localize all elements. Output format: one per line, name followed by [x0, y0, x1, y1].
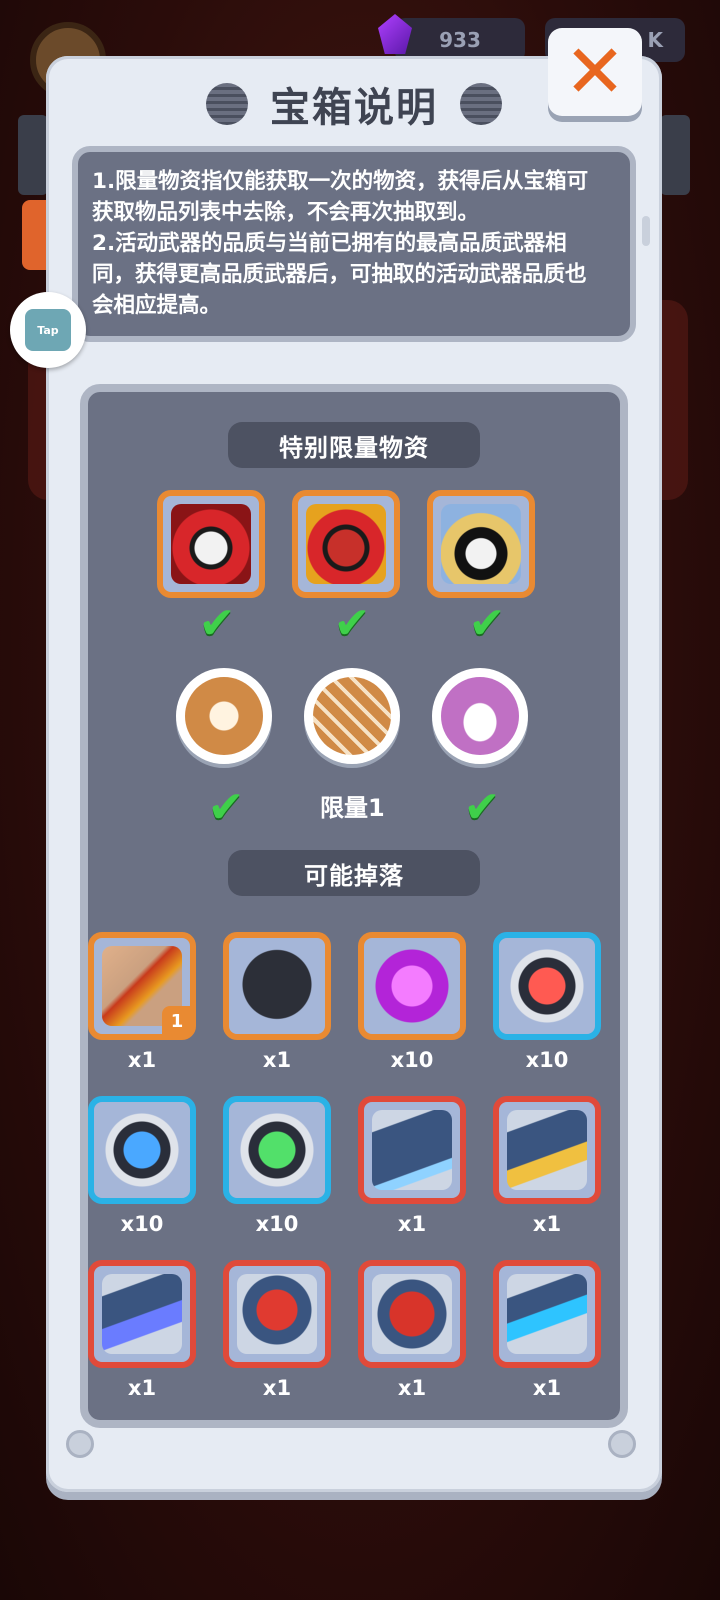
lion-statue-icon: [185, 677, 263, 755]
drop-item[interactable]: [88, 1260, 196, 1368]
close-button[interactable]: ✕: [548, 28, 642, 116]
header-rivet-icon: [206, 82, 248, 125]
tap-button[interactable]: Tap: [10, 292, 86, 368]
red-fist-token-icon: [507, 946, 587, 1026]
drop-item[interactable]: [493, 932, 601, 1040]
green-fist-token-icon: [237, 1110, 317, 1190]
skin-card[interactable]: [157, 490, 265, 598]
description-text: 1.限量物资指仅能获取一次的物资，获得后从宝箱可 获取物品列表中去除，不会再次抽…: [92, 166, 616, 321]
monkey-king-skull-icon: [306, 504, 386, 584]
header-rivet-icon: [460, 82, 502, 125]
red-hood-skull-icon: [171, 504, 251, 584]
check-icon: ✔: [198, 598, 236, 649]
limit-label: 限量1: [320, 794, 385, 822]
token-card[interactable]: [304, 668, 400, 764]
item-quantity: x10: [255, 1212, 299, 1236]
drop-item[interactable]: [493, 1096, 601, 1204]
description-box: 1.限量物资指仅能获取一次的物资，获得后从宝箱可 获取物品列表中去除，不会再次抽…: [72, 146, 636, 342]
skin-card[interactable]: [427, 490, 535, 598]
mystery-character-icon: [237, 946, 317, 1026]
token-card[interactable]: [176, 668, 272, 764]
drop-item[interactable]: [88, 1096, 196, 1204]
item-quantity: x1: [262, 1048, 292, 1072]
item-quantity: x1: [262, 1376, 292, 1400]
rewards-panel: 特别限量物资 ✔ ✔ ✔ ✔ 限量1 ✔ 可能掉落 1 x1 x1 x10 x1…: [80, 384, 628, 1428]
description-line: 2.活动武器的品质与当前已拥有的最高品质武器相: [92, 231, 567, 256]
bolt-icon: [608, 1430, 636, 1458]
check-icon: ✔: [468, 598, 506, 649]
count-badge: 1: [162, 1006, 192, 1036]
item-quantity: x10: [120, 1212, 164, 1236]
purple-gem-icon: [372, 946, 452, 1026]
description-line: 同，获得更高品质武器后，可抽取的活动武器品质也: [92, 262, 587, 287]
item-quantity: x1: [397, 1212, 427, 1236]
drop-item[interactable]: [358, 1096, 466, 1204]
drop-item[interactable]: [493, 1260, 601, 1368]
goggles-crate-icon: [507, 1274, 587, 1354]
description-line: 1.限量物资指仅能获取一次的物资，获得后从宝箱可: [92, 169, 589, 194]
scrollbar[interactable]: [642, 216, 650, 246]
drop-item[interactable]: 1: [88, 932, 196, 1040]
item-quantity: x1: [397, 1376, 427, 1400]
drop-item[interactable]: [223, 1260, 331, 1368]
drops-section-title: 可能掉落: [228, 850, 480, 896]
background-panel-edge: [18, 115, 48, 195]
blue-fist-token-icon: [102, 1110, 182, 1190]
close-icon: ✕: [563, 29, 626, 115]
yellow-gun-crate-icon: [507, 1110, 587, 1190]
limited-section-title: 特别限量物资: [228, 422, 480, 468]
item-quantity: x1: [127, 1048, 157, 1072]
check-icon: ✔: [333, 598, 371, 649]
rocket-crate-icon: [102, 1274, 182, 1354]
item-quantity: x1: [532, 1212, 562, 1236]
drop-item[interactable]: [223, 932, 331, 1040]
drop-item[interactable]: [223, 1096, 331, 1204]
drop-item[interactable]: [358, 932, 466, 1040]
token-card[interactable]: [432, 668, 528, 764]
chest-info-dialog: 宝箱说明 1.限量物资指仅能获取一次的物资，获得后从宝箱可 获取物品列表中去除，…: [46, 56, 662, 1492]
description-line: 获取物品列表中去除，不会再次抽取到。: [92, 200, 480, 225]
tap-label: Tap: [25, 309, 71, 351]
item-quantity: x10: [525, 1048, 569, 1072]
firecracker-icon: [313, 677, 391, 755]
description-line: 会相应提高。: [92, 293, 222, 318]
check-icon: ✔: [463, 782, 501, 833]
armor-crate-icon: [372, 1274, 452, 1354]
background-panel-edge: [660, 115, 690, 195]
drop-item[interactable]: [358, 1260, 466, 1368]
item-quantity: x10: [390, 1048, 434, 1072]
helmet-crate-icon: [237, 1274, 317, 1354]
skin-card[interactable]: [292, 490, 400, 598]
bolt-icon: [66, 1430, 94, 1458]
dialog-title: 宝箱说明: [270, 84, 438, 131]
check-icon: ✔: [207, 782, 245, 833]
straw-hat-skull-icon: [441, 504, 521, 584]
gold-ingot-icon: [441, 677, 519, 755]
item-quantity: x1: [532, 1376, 562, 1400]
item-quantity: x1: [127, 1376, 157, 1400]
blue-gun-crate-icon: [372, 1110, 452, 1190]
